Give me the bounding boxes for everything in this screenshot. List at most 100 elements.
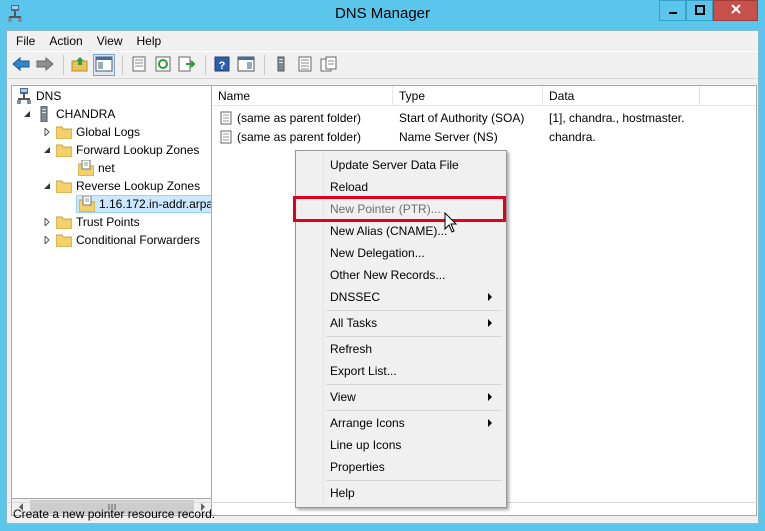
help-icon: ? — [213, 56, 231, 75]
menu-item-help[interactable]: Help — [298, 482, 504, 504]
minimize-icon — [668, 4, 678, 18]
tree-item-trust-points[interactable]: Trust Points — [42, 213, 140, 231]
tree-item-dns[interactable]: DNS — [16, 87, 61, 105]
menu-item-label: View — [330, 390, 356, 404]
record-name-cell: (same as parent folder) — [212, 110, 393, 126]
copy-button[interactable] — [318, 54, 340, 76]
menu-item-new-alias[interactable]: New Alias (CNAME)... — [298, 220, 504, 242]
folder-icon — [56, 178, 72, 194]
collapsed-arrow-icon[interactable] — [42, 128, 51, 137]
show-pane-icon — [237, 56, 255, 75]
menu-item-update-server-data-file[interactable]: Update Server Data File — [298, 154, 504, 176]
tree-item-net[interactable]: net — [78, 159, 115, 177]
menu-item-other-new-records[interactable]: Other New Records... — [298, 264, 504, 286]
export-list-button[interactable] — [176, 54, 198, 76]
toolbar-separator — [264, 55, 265, 75]
menu-item-reload[interactable]: Reload — [298, 176, 504, 198]
copy-icon — [320, 56, 338, 75]
record-data: chandra. — [549, 129, 596, 144]
zone-list-button[interactable] — [294, 54, 316, 76]
tree-item-chandra[interactable]: CHANDRA — [22, 105, 115, 123]
tree-item-global-logs[interactable]: Global Logs — [42, 123, 140, 141]
menu-item-new-delegation[interactable]: New Delegation... — [298, 242, 504, 264]
properties-icon — [130, 56, 148, 75]
forward-button[interactable] — [34, 54, 56, 76]
menu-item-arrange-icons[interactable]: Arrange Icons — [298, 412, 504, 434]
collapsed-arrow-icon[interactable] — [42, 236, 51, 245]
column-header-data[interactable]: Data — [543, 86, 700, 106]
mouse-pointer-icon — [444, 211, 460, 234]
record-icon — [218, 110, 234, 126]
menu-item-line-up-icons[interactable]: Line up Icons — [298, 434, 504, 456]
menu-item-refresh[interactable]: Refresh — [298, 338, 504, 360]
record-name-cell: (same as parent folder) — [212, 129, 393, 145]
forward-arrow-icon — [36, 56, 54, 75]
column-header-type[interactable]: Type — [393, 86, 543, 106]
close-button[interactable] — [713, 0, 758, 21]
title-bar[interactable]: DNS Manager — [0, 0, 765, 30]
close-icon — [730, 3, 742, 18]
minimize-button[interactable] — [659, 0, 686, 21]
tree-item-forward-lookup-zones[interactable]: Forward Lookup Zones — [42, 141, 199, 159]
collapsed-arrow-icon[interactable] — [42, 218, 51, 227]
server-icon — [36, 106, 52, 122]
menu-item-all-tasks[interactable]: All Tasks — [298, 312, 504, 334]
tree-item-label: Conditional Forwarders — [76, 233, 201, 247]
tree-item-label: CHANDRA — [56, 107, 116, 121]
tree-item-reverse-zone-selected[interactable]: 1.16.172.in-addr.arpa — [76, 195, 211, 213]
refresh-button[interactable] — [152, 54, 174, 76]
maximize-button[interactable] — [686, 0, 713, 21]
menu-separator — [326, 410, 502, 411]
submenu-arrow-icon — [488, 319, 492, 327]
menu-action[interactable]: Action — [42, 32, 89, 50]
back-button[interactable] — [10, 54, 32, 76]
properties-button[interactable] — [128, 54, 150, 76]
export-icon — [178, 56, 196, 75]
table-row[interactable]: (same as parent folder) Name Server (NS)… — [212, 127, 743, 146]
dns-icon — [16, 88, 32, 104]
show-hide-tree-button[interactable] — [93, 54, 115, 76]
up-one-level-button[interactable] — [69, 54, 91, 76]
help-button[interactable]: ? — [211, 54, 233, 76]
menu-item-label: DNSSEC — [330, 290, 381, 304]
zone-icon — [79, 196, 95, 212]
back-arrow-icon — [12, 56, 30, 75]
zone-list-icon — [296, 56, 314, 75]
menu-bar: File Action View Help — [7, 31, 758, 51]
up-folder-icon — [71, 56, 89, 75]
tree-item-conditional-forwarders[interactable]: Conditional Forwarders — [42, 231, 200, 249]
toolbar-separator — [122, 55, 123, 75]
tree-item-label: DNS — [36, 89, 62, 103]
tree-item-reverse-lookup-zones[interactable]: Reverse Lookup Zones — [42, 177, 200, 195]
expanded-arrow-icon[interactable] — [42, 146, 51, 155]
record-icon — [218, 129, 234, 145]
show-action-pane-button[interactable] — [235, 54, 257, 76]
menu-separator — [326, 336, 502, 337]
window-title: DNS Manager — [334, 5, 431, 22]
menu-separator — [326, 310, 502, 311]
tree-item-label: Forward Lookup Zones — [76, 143, 200, 157]
expanded-arrow-icon[interactable] — [22, 110, 31, 119]
record-type: Start of Authority (SOA) — [399, 110, 525, 125]
show-hide-tree-icon — [95, 56, 113, 75]
expanded-arrow-icon[interactable] — [42, 182, 51, 191]
menu-help[interactable]: Help — [130, 32, 169, 50]
menu-item-view[interactable]: View — [298, 386, 504, 408]
record-type: Name Server (NS) — [399, 129, 498, 144]
menu-file[interactable]: File — [9, 32, 42, 50]
menu-item-export-list[interactable]: Export List... — [298, 360, 504, 382]
table-row[interactable]: (same as parent folder) Start of Authori… — [212, 108, 743, 127]
record-name: (same as parent folder) — [237, 110, 362, 125]
status-text: Create a new pointer resource record. — [13, 506, 216, 521]
column-header-name[interactable]: Name — [212, 86, 393, 106]
menu-item-dnssec[interactable]: DNSSEC — [298, 286, 504, 308]
refresh-icon — [154, 56, 172, 75]
record-data: [1], chandra., hostmaster. — [549, 110, 685, 125]
menu-separator — [326, 480, 502, 481]
highlight-annotation-box — [293, 196, 506, 222]
menu-item-properties[interactable]: Properties — [298, 456, 504, 478]
folder-icon — [56, 124, 72, 140]
menu-view[interactable]: View — [90, 32, 130, 50]
submenu-arrow-icon — [488, 293, 492, 301]
server-button[interactable] — [270, 54, 292, 76]
